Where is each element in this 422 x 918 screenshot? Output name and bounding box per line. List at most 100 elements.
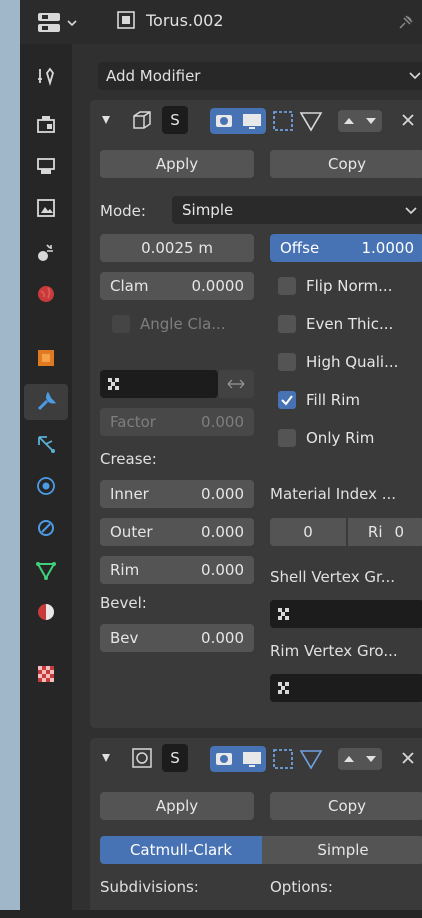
- output-icon: [37, 158, 55, 174]
- tab-constraints[interactable]: [28, 510, 64, 546]
- collapse-arrow-icon[interactable]: [100, 114, 112, 126]
- render-icon: [37, 116, 55, 133]
- bevel-label: Bevel:: [100, 594, 147, 612]
- monitor-icon[interactable]: [238, 746, 266, 772]
- offset-value: 1.0000: [361, 239, 415, 257]
- crease-inner-field[interactable]: Inner 0.000: [100, 480, 254, 508]
- tab-view-layer[interactable]: [28, 190, 64, 226]
- thickness-field[interactable]: 0.0025 m: [100, 234, 254, 262]
- camera-icon[interactable]: [210, 108, 238, 134]
- apply-button[interactable]: Apply: [100, 150, 254, 178]
- tab-data[interactable]: [28, 552, 64, 588]
- offset-field[interactable]: Offse 1.0000: [270, 234, 422, 262]
- simple-button[interactable]: Simple: [262, 836, 422, 864]
- modifier-name-label: S: [170, 749, 180, 767]
- tab-physics[interactable]: [28, 468, 64, 504]
- only-rim-checkbox[interactable]: Only Rim: [278, 429, 374, 447]
- checkmark-icon: [281, 395, 293, 406]
- shell-vertex-group-field[interactable]: [270, 600, 422, 628]
- monitor-icon[interactable]: [238, 108, 266, 134]
- angle-clamp-label: Angle Cla...: [140, 315, 226, 333]
- options-label: Options:: [270, 878, 333, 896]
- checkbox-box: [278, 429, 296, 447]
- tab-world[interactable]: [28, 276, 64, 312]
- tab-render[interactable]: [28, 106, 64, 142]
- on-cage-icon[interactable]: [298, 746, 324, 772]
- fill-rim-label: Fill Rim: [306, 391, 361, 409]
- tab-scene[interactable]: [28, 234, 64, 270]
- properties-editor: Torus.002 Add Modifier S Apply Copy Mode…: [20, 0, 422, 918]
- bevel-convex-field[interactable]: Bev 0.000: [100, 624, 254, 652]
- fill-rim-checkbox[interactable]: Fill Rim: [278, 391, 360, 409]
- rim-vertex-group-field[interactable]: [270, 674, 422, 702]
- factor-field[interactable]: Factor 0.000: [100, 408, 254, 436]
- move-up-icon[interactable]: [342, 114, 356, 128]
- rim-label: Rim: [110, 561, 140, 579]
- add-modifier-label: Add Modifier: [106, 67, 201, 85]
- tab-tool[interactable]: [28, 58, 64, 94]
- flip-normals-label: Flip Norm...: [306, 277, 393, 295]
- physics-icon: [37, 477, 55, 495]
- subdivisions-label: Subdivisions:: [100, 878, 199, 896]
- mesh-object-icon: [117, 11, 135, 29]
- tab-object[interactable]: [28, 340, 64, 376]
- close-icon[interactable]: [400, 750, 416, 766]
- move-down-icon[interactable]: [364, 752, 378, 766]
- tab-material[interactable]: [28, 594, 64, 630]
- swap-arrows-icon: [227, 379, 245, 389]
- wrench-icon: [37, 391, 57, 411]
- flip-normals-checkbox[interactable]: Flip Norm...: [278, 277, 392, 295]
- crease-outer-field[interactable]: Outer 0.000: [100, 518, 254, 546]
- edit-mode-icon[interactable]: [270, 108, 296, 134]
- clamp-field[interactable]: Clam 0.0000: [100, 272, 254, 300]
- object-name-field[interactable]: Torus.002: [116, 10, 224, 30]
- vertex-group-field[interactable]: [100, 370, 218, 398]
- checkbox-box: [278, 315, 296, 333]
- material-offset-field[interactable]: 0: [270, 518, 346, 546]
- catmull-clark-button[interactable]: Catmull-Clark: [100, 836, 262, 864]
- tab-particles[interactable]: [28, 426, 64, 462]
- factor-label: Factor: [110, 413, 156, 431]
- apply-button[interactable]: Apply: [100, 792, 254, 820]
- mode-dropdown[interactable]: Simple: [172, 196, 422, 224]
- copy-button[interactable]: Copy: [270, 792, 422, 820]
- vertex-group-icon: [278, 682, 289, 694]
- modifier-name-field[interactable]: S: [162, 106, 188, 134]
- move-down-icon[interactable]: [364, 114, 378, 128]
- edit-mode-icon[interactable]: [270, 746, 296, 772]
- material-rim-field[interactable]: Ri 0: [348, 518, 422, 546]
- subsurf-modifier-icon: [132, 748, 152, 768]
- checkbox-box: [278, 353, 296, 371]
- tab-modifiers[interactable]: [24, 384, 68, 420]
- mode-label: Mode:: [100, 202, 146, 220]
- collapse-arrow-icon[interactable]: [100, 752, 112, 764]
- move-up-icon[interactable]: [342, 752, 356, 766]
- editor-type-button[interactable]: [38, 12, 88, 34]
- bev-value: 0.000: [201, 629, 244, 647]
- view-layer-icon: [37, 199, 55, 217]
- clamp-label: Clam: [110, 277, 149, 295]
- object-icon: [38, 350, 54, 366]
- object-name-label: Torus.002: [146, 10, 224, 30]
- shell-vertex-group-label: Shell Vertex Gr...: [270, 568, 396, 586]
- camera-icon[interactable]: [210, 746, 238, 772]
- inner-value: 0.000: [201, 485, 244, 503]
- invert-vertex-group-button[interactable]: [218, 370, 254, 398]
- crease-rim-field[interactable]: Rim 0.000: [100, 556, 254, 584]
- pin-button[interactable]: [396, 12, 416, 36]
- add-modifier-dropdown[interactable]: Add Modifier: [98, 62, 422, 90]
- subsurf-panel-header: S: [90, 738, 422, 778]
- checkbox-box: [278, 277, 296, 295]
- thickness-value: 0.0025 m: [141, 239, 213, 257]
- mat-index-value: 0: [303, 523, 313, 541]
- outer-value: 0.000: [201, 523, 244, 541]
- tab-texture[interactable]: [28, 656, 64, 692]
- copy-button[interactable]: Copy: [270, 150, 422, 178]
- close-icon[interactable]: [400, 112, 416, 128]
- on-cage-icon[interactable]: [298, 108, 324, 134]
- modifier-name-field[interactable]: S: [162, 744, 188, 772]
- angle-clamp-checkbox[interactable]: Angle Cla...: [112, 315, 226, 333]
- high-quality-checkbox[interactable]: High Quali...: [278, 353, 398, 371]
- even-thickness-checkbox[interactable]: Even Thic...: [278, 315, 393, 333]
- tab-output[interactable]: [28, 148, 64, 184]
